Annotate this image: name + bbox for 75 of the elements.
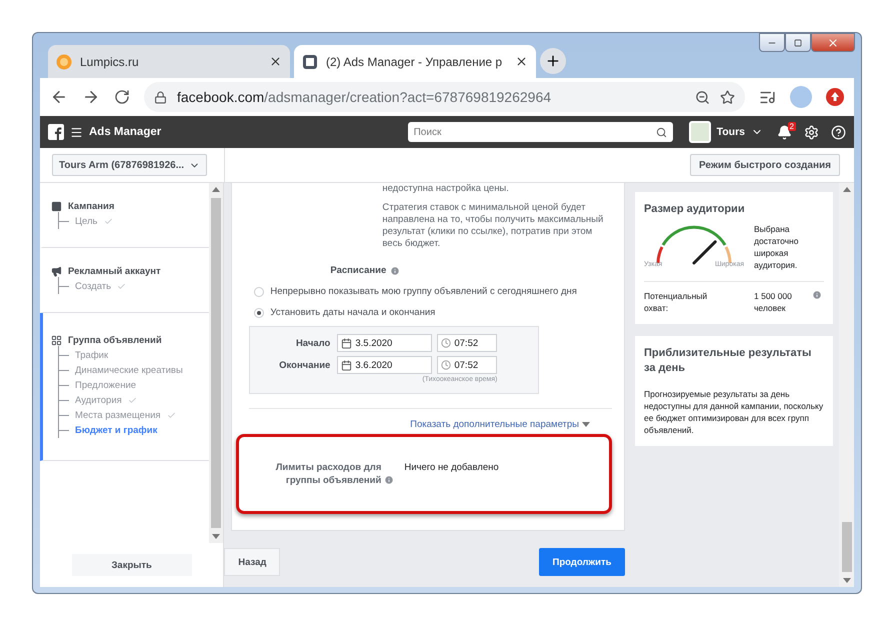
info-icon[interactable] [384, 475, 394, 485]
menu-icon[interactable] [70, 126, 83, 138]
help-icon[interactable] [831, 124, 846, 140]
radio-label[interactable]: Установить даты начала и окончания [270, 307, 436, 318]
section-title[interactable]: Рекламный аккаунт [68, 266, 161, 277]
section-title[interactable]: Кампания [68, 201, 114, 212]
panel-title: Размер аудитории [644, 202, 746, 217]
reach-label: Потенциальный охват: [644, 290, 708, 314]
close-icon[interactable] [515, 55, 528, 68]
step-link[interactable]: Бюджет и график [75, 425, 158, 436]
calendar-icon [341, 360, 352, 370]
user-name[interactable]: Tours [716, 126, 745, 138]
browser-tab[interactable]: Lumpics.ru [48, 45, 290, 78]
radio-button[interactable] [254, 286, 264, 296]
bid-strategy-note: недоступна настройка цены. [382, 183, 510, 195]
address-bar[interactable]: facebook.com/adsmanager/creation?act=678769819262964 [144, 82, 745, 112]
maximize-icon [794, 38, 802, 46]
minimize-button[interactable] [759, 33, 785, 52]
notification-badge: 2 [788, 122, 796, 130]
date-field[interactable]: 3.5.2020 [337, 334, 432, 352]
plus-icon [545, 53, 561, 69]
citrus-slice-icon [56, 54, 72, 70]
back-icon[interactable] [50, 88, 68, 106]
browser-tab[interactable]: (2) Ads Manager - Управление р [294, 45, 536, 78]
panel-title: Приблизительные результаты за день [644, 346, 812, 376]
facebook-logo[interactable] [48, 124, 64, 140]
scrollbar[interactable] [209, 183, 224, 543]
calendar-icon [341, 338, 352, 348]
time-field[interactable]: 07:52 [437, 334, 498, 352]
date-label: Начало [294, 338, 332, 348]
date-field[interactable]: 3.6.2020 [337, 356, 432, 374]
reach-value: 1 500 000 человек [754, 290, 793, 314]
more-options-link[interactable]: Показать дополнительные параметры [410, 419, 590, 430]
search-icon [656, 126, 667, 138]
radio-label[interactable]: Непрерывно показывать мою группу объявлений с сегодняшнего дня [270, 286, 577, 297]
scrollbar[interactable] [839, 183, 854, 587]
page-avatar[interactable] [688, 121, 711, 143]
zoom-icon[interactable] [695, 90, 710, 104]
reload-icon[interactable] [114, 89, 130, 105]
continue-button[interactable]: Продолжить [539, 548, 625, 576]
megaphone-icon [51, 266, 62, 277]
info-icon[interactable] [812, 290, 822, 300]
back-button[interactable]: Назад [224, 548, 280, 576]
clock-icon [441, 360, 452, 370]
grid-icon [51, 335, 62, 346]
close-icon[interactable] [269, 55, 282, 68]
maximize-button[interactable] [785, 33, 811, 52]
upload-icon[interactable] [826, 88, 844, 106]
time-field[interactable]: 07:52 [437, 356, 498, 374]
estimate-text: Прогнозируемые результаты за день недоступны для данной кампании, поскольку ее бюджет оптимизирован для всех групп объявлений. [644, 388, 824, 436]
lock-icon [154, 90, 167, 104]
close-icon [827, 36, 839, 48]
schedule-label: Расписание [330, 265, 386, 276]
radio-button[interactable] [254, 308, 264, 318]
close-panel-button[interactable]: Закрыть [72, 554, 192, 576]
spend-limits-label: Лимиты расходов для группы объявлений [274, 461, 382, 487]
new-tab-button[interactable] [540, 48, 566, 74]
clock-icon [441, 338, 452, 348]
quick-creation-button[interactable]: Режим быстрого создания [690, 154, 840, 176]
forward-icon[interactable] [82, 88, 100, 106]
settings-icon[interactable] [804, 124, 819, 140]
audience-description: Выбрана достаточно широкая аудитория. [754, 223, 800, 271]
app-title: Ads Manager [89, 126, 162, 138]
notifications-icon[interactable] [777, 124, 792, 140]
info-icon[interactable] [390, 266, 400, 276]
account-dropdown[interactable]: Tours Arm (67876981926... [52, 154, 207, 176]
bid-strategy-note: Стратегия ставок с минимальной ценой будет направлена на то, чтобы получить максимальный результат (клики по ссылке), потратив при этом весь бюджет. [382, 202, 604, 250]
section-title[interactable]: Группа объявлений [68, 335, 162, 346]
date-label: Окончание [278, 360, 332, 370]
search-field[interactable]: Поиск [408, 122, 673, 142]
checkbox-icon [51, 201, 62, 212]
spend-limits-value: Ничего не добавлено [404, 462, 500, 472]
close-button[interactable] [811, 33, 855, 52]
page-icon [302, 54, 318, 70]
star-icon[interactable] [720, 90, 735, 104]
